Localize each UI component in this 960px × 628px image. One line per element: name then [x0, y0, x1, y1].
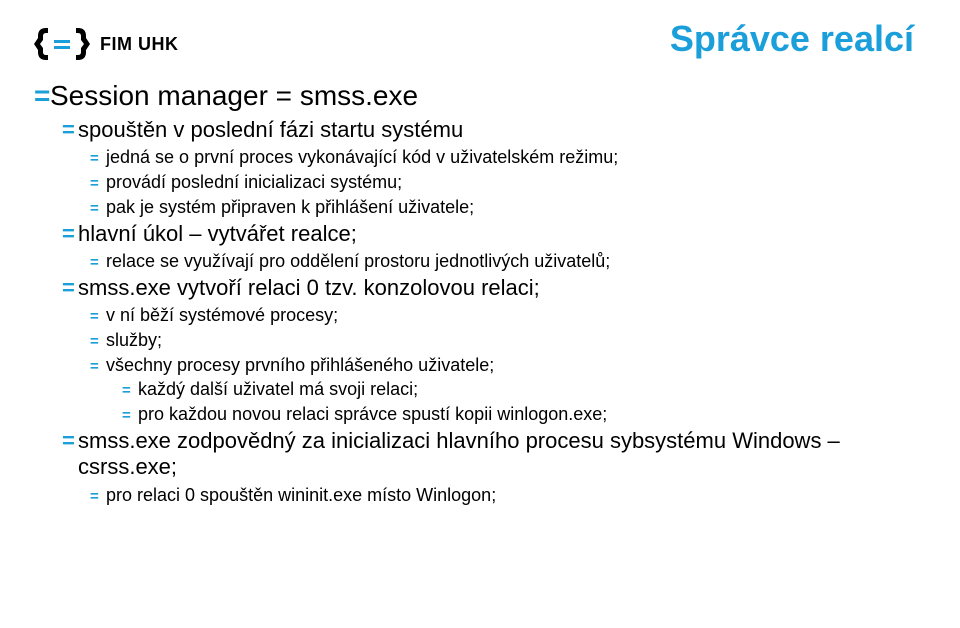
item-text: smss.exe vytvoří relaci 0 tzv. konzolovo… — [78, 275, 920, 301]
bullet-icon: = — [62, 221, 78, 247]
content-list: =smss.exe vytvoří relaci 0 tzv. konzolov… — [62, 275, 920, 301]
list-item: =pro každou novou relaci správce spustí … — [122, 403, 920, 426]
item-text: provádí poslední inicializaci systému; — [106, 171, 920, 194]
content-list: =Session manager = smss.exe — [34, 78, 920, 113]
slide: FIM UHK Správce realcí =Session manager … — [0, 0, 960, 628]
bullet-icon: = — [62, 117, 78, 143]
item-text: pro relaci 0 spouštěn wininit.exe místo … — [106, 484, 920, 507]
content-list: =hlavní úkol – vytvářet realce; — [62, 221, 920, 247]
item-text: spouštěn v poslední fázi startu systému — [78, 117, 920, 143]
bullet-icon: = — [122, 382, 138, 401]
item-text: relace se využívají pro oddělení prostor… — [106, 250, 920, 273]
content-list: =relace se využívají pro oddělení prosto… — [90, 250, 920, 273]
list-item: =Session manager = smss.exe — [34, 78, 920, 113]
item-text: všechny procesy prvního přihlášeného uži… — [106, 354, 920, 377]
list-item: =pak je systém připraven k přihlášení už… — [90, 196, 920, 219]
list-item: =hlavní úkol – vytvářet realce; — [62, 221, 920, 247]
bullet-icon: = — [90, 488, 106, 507]
item-text: v ní běží systémové procesy; — [106, 304, 920, 327]
list-item: =spouštěn v poslední fázi startu systému — [62, 117, 920, 143]
page-title: Správce realcí — [670, 18, 914, 60]
content-list: =spouštěn v poslední fázi startu systému — [62, 117, 920, 143]
list-item: =relace se využívají pro oddělení prosto… — [90, 250, 920, 273]
item-text: jedná se o první proces vykonávající kód… — [106, 146, 920, 169]
bullet-icon: = — [34, 78, 50, 113]
item-text: služby; — [106, 329, 920, 352]
item-text: smss.exe zodpovědný za inicializaci hlav… — [78, 428, 920, 481]
fim-uhk-logo-icon — [34, 24, 90, 64]
item-text: pro každou novou relaci správce spustí k… — [138, 403, 920, 426]
bullet-icon: = — [90, 333, 106, 352]
content-list: =smss.exe zodpovědný za inicializaci hla… — [62, 428, 920, 481]
bullet-icon: = — [62, 275, 78, 301]
bullet-icon: = — [122, 407, 138, 426]
list-item: =provádí poslední inicializaci systému; — [90, 171, 920, 194]
item-text: Session manager = smss.exe — [50, 78, 920, 113]
header: FIM UHK Správce realcí — [34, 18, 920, 64]
content-list: =pro relaci 0 spouštěn wininit.exe místo… — [90, 484, 920, 507]
list-item: =jedná se o první proces vykonávající kó… — [90, 146, 920, 169]
bullet-icon: = — [90, 308, 106, 327]
bullet-icon: = — [90, 254, 106, 273]
bullet-icon: = — [90, 200, 106, 219]
content-list: =jedná se o první proces vykonávající kó… — [90, 146, 920, 218]
logo: FIM UHK — [34, 24, 179, 64]
content-list: =každý další uživatel má svoji relaci; =… — [122, 378, 920, 426]
logo-text: FIM UHK — [100, 34, 179, 55]
item-text: každý další uživatel má svoji relaci; — [138, 378, 920, 401]
list-item: =v ní běží systémové procesy; — [90, 304, 920, 327]
item-text: pak je systém připraven k přihlášení uži… — [106, 196, 920, 219]
list-item: =každý další uživatel má svoji relaci; — [122, 378, 920, 401]
bullet-icon: = — [90, 150, 106, 169]
content-list: =v ní běží systémové procesy; =služby; =… — [90, 304, 920, 376]
item-text: hlavní úkol – vytvářet realce; — [78, 221, 920, 247]
bullet-icon: = — [90, 358, 106, 377]
list-item: =všechny procesy prvního přihlášeného už… — [90, 354, 920, 377]
bullet-icon: = — [62, 428, 78, 454]
list-item: =služby; — [90, 329, 920, 352]
bullet-icon: = — [90, 175, 106, 194]
list-item: =pro relaci 0 spouštěn wininit.exe místo… — [90, 484, 920, 507]
list-item: =smss.exe zodpovědný za inicializaci hla… — [62, 428, 920, 481]
list-item: =smss.exe vytvoří relaci 0 tzv. konzolov… — [62, 275, 920, 301]
